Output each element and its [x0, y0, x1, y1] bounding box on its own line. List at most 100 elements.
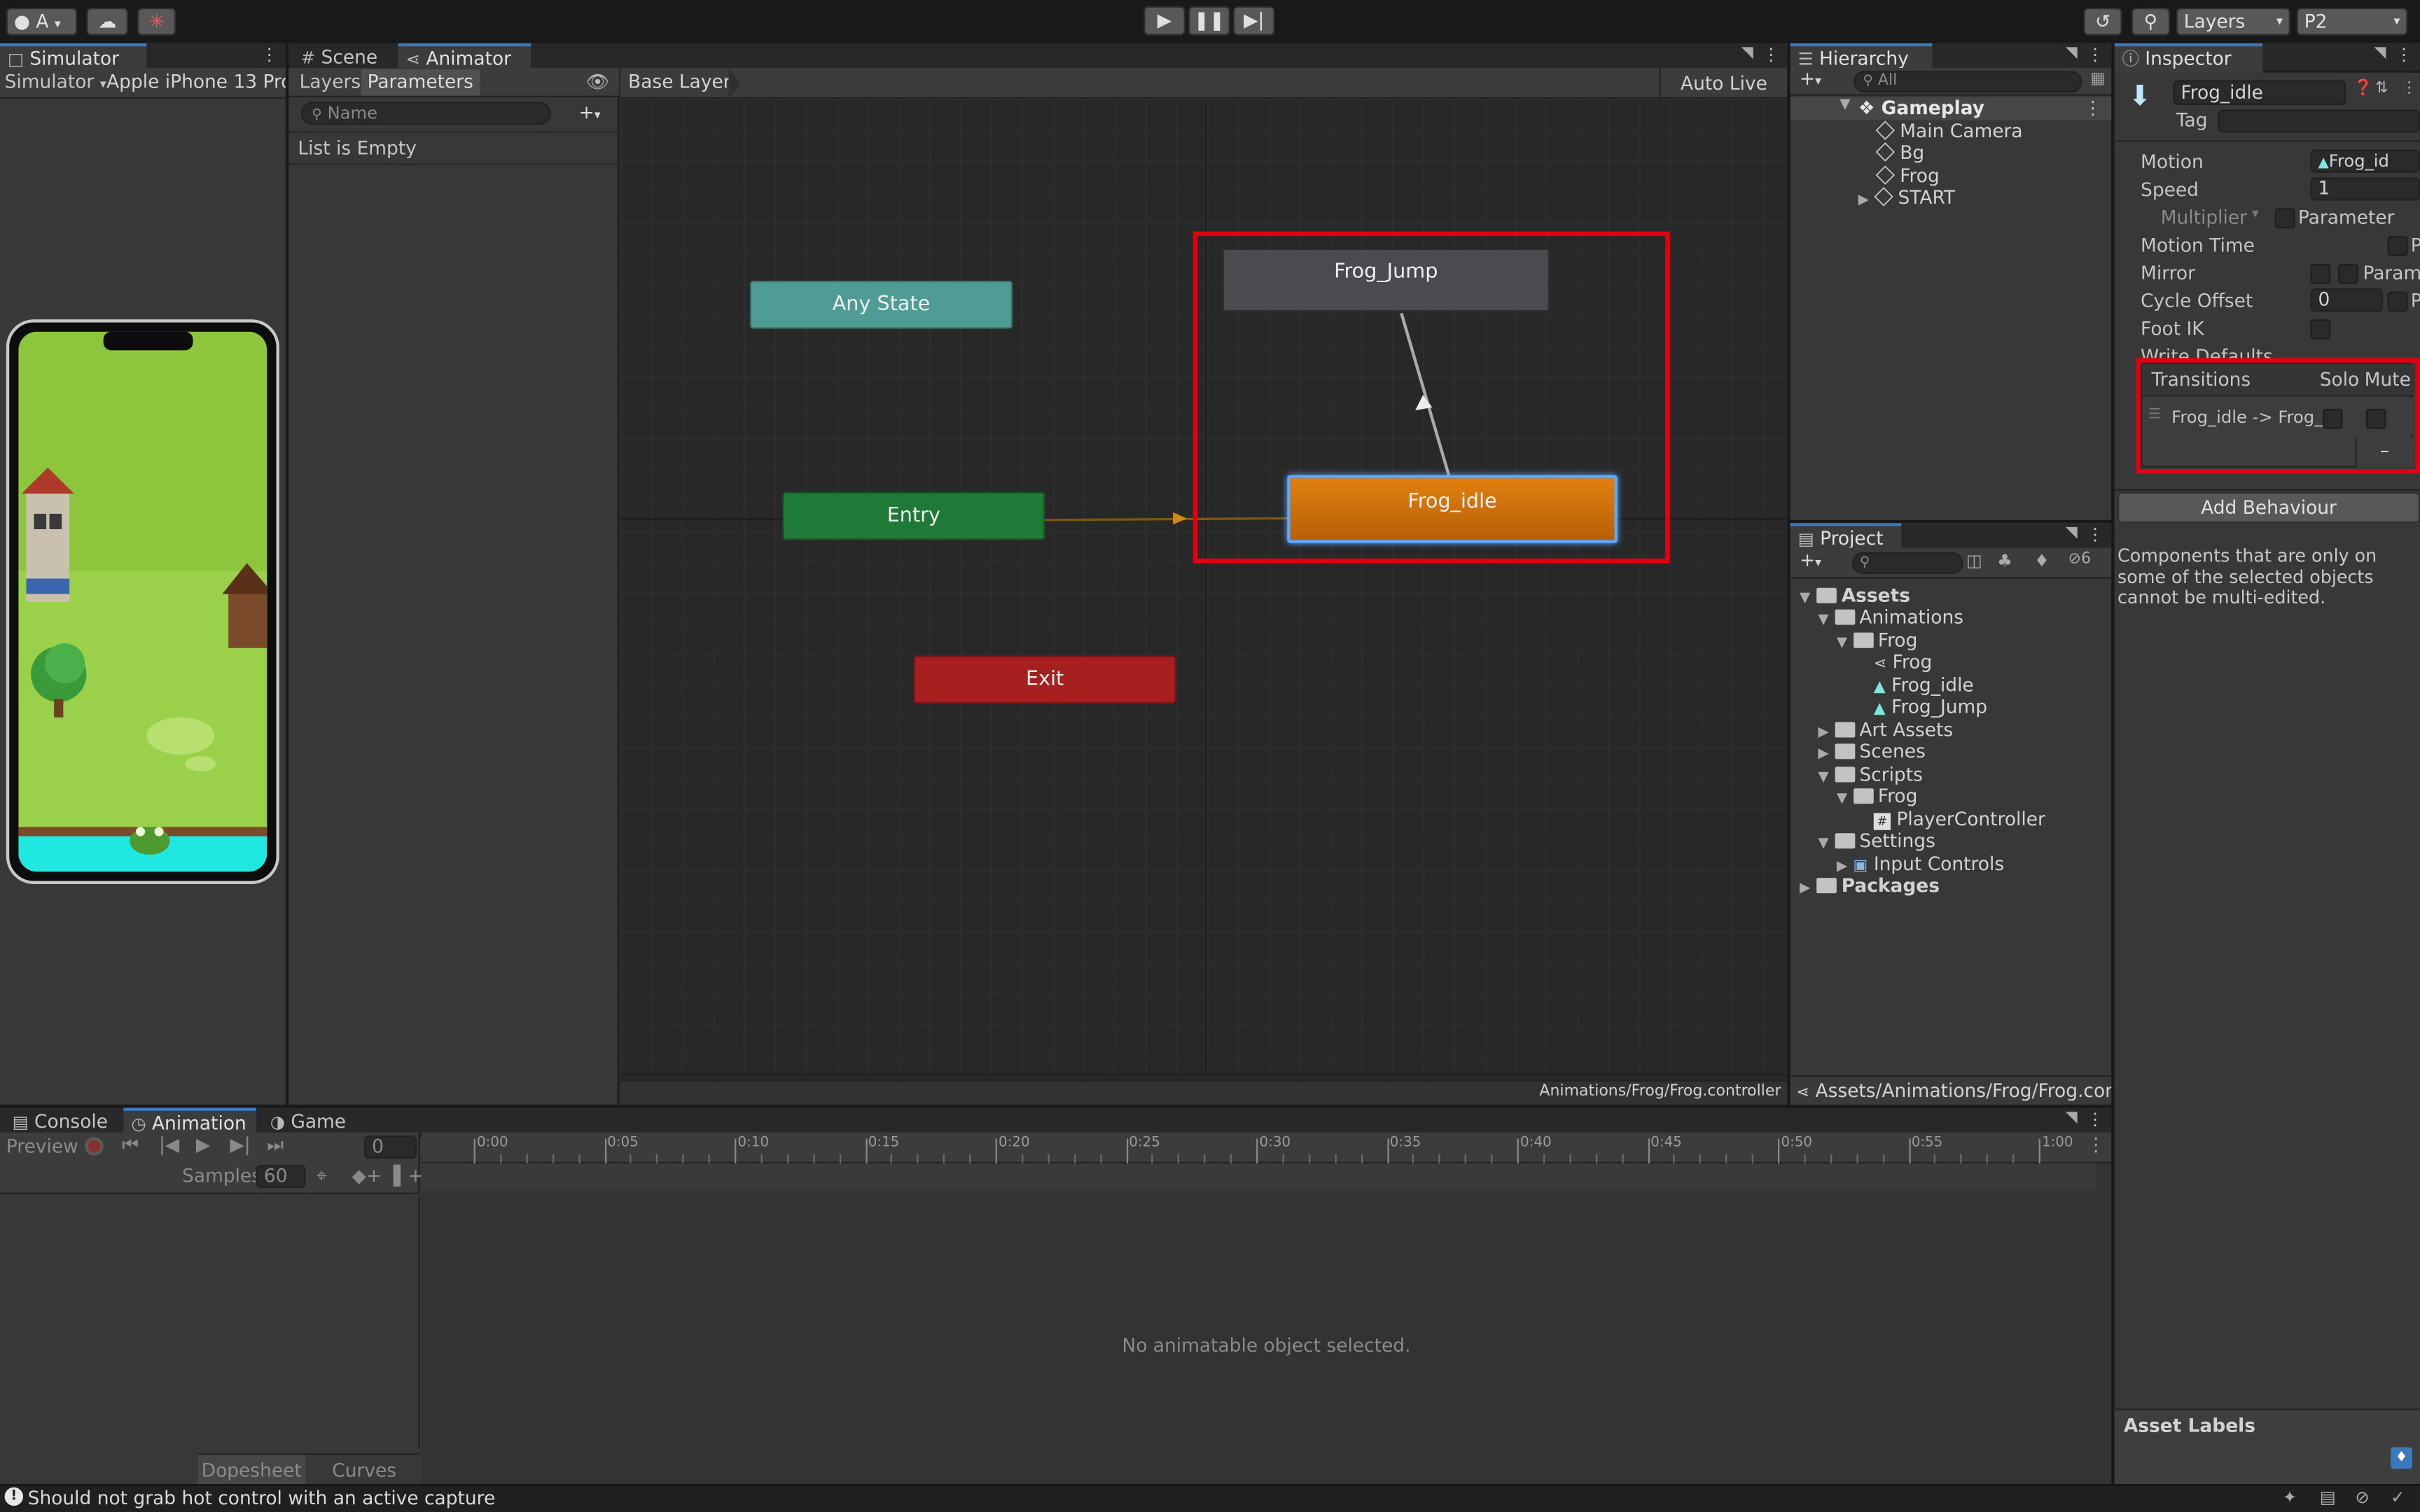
project-tree-item[interactable]: ▶ Packages [1800, 875, 1940, 897]
create-button[interactable]: +▾ [1800, 550, 1821, 571]
scene-visibility-icon[interactable]: ▦ [2091, 71, 2106, 88]
play-icon[interactable]: ▶ [196, 1134, 210, 1156]
hidden-packages-icon[interactable]: ⊘6 [2068, 551, 2091, 568]
project-search-input[interactable]: ⚲ [1851, 552, 1963, 574]
step-button[interactable]: ▶| [1233, 6, 1275, 36]
help-icon[interactable]: ❓ [2353, 80, 2372, 97]
cycle-offset-parameter-checkbox[interactable] [2387, 291, 2408, 312]
project-tree-item[interactable]: ▲ Frog_idle [1874, 674, 1974, 696]
more-options-icon[interactable]: ⋮ [2087, 45, 2103, 65]
preview-button[interactable]: Preview [6, 1135, 78, 1157]
more-options-icon[interactable]: ⋮ [260, 45, 277, 65]
collab-button[interactable]: ✳ [137, 8, 176, 36]
lock-icon[interactable]: ◥ [2066, 524, 2078, 541]
lock-icon[interactable]: ◥ [2066, 45, 2078, 62]
hierarchy-item[interactable]: Main Camera [1875, 120, 2023, 142]
layout-dropdown[interactable]: P2 ▾ [2296, 8, 2408, 36]
tab-inspector[interactable]: ⓘ Inspector [2114, 43, 2263, 73]
hierarchy-item[interactable]: Bg [1875, 142, 1924, 164]
entry-node[interactable]: Entry [782, 492, 1045, 540]
tab-layers[interactable]: Layers [293, 71, 367, 92]
create-button[interactable]: +▾ [1800, 68, 1821, 90]
chevron-down-icon[interactable]: ▼ [1840, 97, 1850, 113]
next-key-icon[interactable]: ▶| [230, 1134, 250, 1156]
key-filter-icon[interactable]: ⌖ [317, 1165, 327, 1188]
hierarchy-search-input[interactable]: ⚲ All [1854, 71, 2082, 93]
state-machine-graph[interactable]: Base Layer Auto Live Link Any State Entr… [620, 67, 1788, 1105]
preset-icon[interactable]: ⇅ [2375, 80, 2388, 97]
label-filter-icon[interactable]: ♦ [2034, 551, 2050, 571]
type-filter-icon[interactable]: ♣ [1997, 551, 2012, 571]
parameter-search-input[interactable]: ⚲ Name [300, 102, 551, 125]
project-tree-item[interactable]: ▼ Assets [1800, 584, 1910, 606]
auto-refresh-icon[interactable]: ✓ [2391, 1488, 2405, 1508]
more-options-icon[interactable]: ⋮ [2084, 97, 2102, 119]
cloud-button[interactable]: ☁ [86, 8, 128, 36]
add-parameter-button[interactable]: +▾ [579, 102, 601, 123]
project-tree-item[interactable]: ▼ Frog [1837, 785, 1918, 807]
hierarchy-item[interactable]: ▶ START [1858, 187, 1955, 209]
play-button[interactable]: ▶ [1143, 6, 1185, 36]
more-options-icon[interactable]: ⋮ [2087, 1110, 2103, 1130]
first-key-icon[interactable]: ⏮ [122, 1134, 139, 1157]
motion-field[interactable]: ▲Frog_id [2310, 149, 2420, 173]
cycle-offset-field[interactable]: 0 [2310, 288, 2384, 312]
hierarchy-item[interactable]: Frog [1875, 165, 1940, 187]
tab-parameters[interactable]: Parameters [361, 69, 480, 96]
network-icon[interactable]: ⊘ [2355, 1488, 2369, 1508]
more-options-icon[interactable]: ⋮ [2087, 1134, 2105, 1156]
search-filter-icon[interactable]: ◫ [1966, 551, 1982, 571]
status-message[interactable]: Should not grab hot control with an acti… [28, 1488, 496, 1509]
label-icon[interactable]: ♦ [2391, 1447, 2412, 1469]
more-options-icon[interactable]: ⋮ [2395, 45, 2412, 65]
lock-icon[interactable]: ◥ [2374, 45, 2386, 62]
project-tree-item[interactable]: ▼ Frog [1837, 629, 1918, 651]
eye-icon[interactable]: 👁 [586, 71, 610, 92]
frame-field[interactable]: 0 [364, 1135, 417, 1159]
more-options-icon[interactable]: ⋮ [1762, 45, 1779, 65]
project-tree-item[interactable]: ▶ Art Assets [1818, 719, 1953, 741]
chevron-right-icon[interactable]: ▶ [1858, 193, 1869, 209]
mirror-parameter-checkbox[interactable] [2338, 263, 2358, 284]
simulator-mode-dropdown[interactable]: Simulator ▾ [5, 71, 106, 92]
search-button[interactable]: ⚲ [2131, 8, 2170, 36]
project-tree-item[interactable]: ▼ Settings [1818, 830, 1935, 852]
mirror-checkbox[interactable] [2310, 263, 2331, 284]
dopesheet-tab[interactable]: Dopesheet [197, 1455, 306, 1485]
speed-field[interactable]: 1 [2310, 177, 2420, 201]
timeline[interactable]: 0:00 0:05 0:10 0:15 0:20 0:25 0:30 0:35 0:40 0:45… [421, 1132, 2112, 1485]
lock-icon[interactable]: ◥ [1741, 45, 1753, 62]
foot-ik-checkbox[interactable] [2310, 319, 2331, 340]
pause-button[interactable]: ❚❚ [1188, 6, 1230, 36]
cache-icon[interactable]: ▤ [2320, 1488, 2336, 1508]
device-dropdown[interactable]: Apple iPhone 13 Pro M [106, 71, 286, 92]
tag-field[interactable] [2218, 109, 2420, 133]
project-tree-item[interactable]: ▼ Scripts [1818, 764, 1922, 785]
game-view[interactable] [18, 331, 267, 872]
project-tree-item[interactable]: ▶ ▣ Input Controls [1837, 853, 2004, 875]
add-keyframe-icon[interactable]: ◆+ [352, 1165, 382, 1186]
layers-dropdown[interactable]: Layers ▾ [2176, 8, 2290, 36]
previous-key-icon[interactable]: |◀ [159, 1134, 179, 1156]
add-behaviour-button[interactable]: Add Behaviour [2118, 492, 2420, 524]
project-tree-item[interactable]: ▼ Animations [1818, 606, 1963, 628]
curves-tab[interactable]: Curves [309, 1455, 420, 1484]
multiplier-parameter-checkbox[interactable] [2274, 208, 2295, 229]
history-button[interactable]: ↺ [2083, 8, 2122, 36]
project-tree-item[interactable]: ▶ Scenes [1818, 741, 1925, 762]
lock-icon[interactable]: ◥ [2066, 1110, 2078, 1126]
last-key-icon[interactable]: ⏭ [267, 1134, 284, 1157]
exit-node[interactable]: Exit [913, 655, 1176, 704]
object-name-field[interactable]: Frog_idle [2173, 80, 2346, 105]
motion-time-checkbox[interactable] [2387, 236, 2408, 256]
scene-row[interactable]: ▼ ❖ Gameplay ⋮ [1790, 97, 2112, 120]
samples-field[interactable]: 60 [256, 1165, 306, 1189]
project-tree-item[interactable]: # PlayerController [1873, 808, 2045, 830]
add-event-icon[interactable]: ▌+ [394, 1165, 424, 1186]
project-tree-item[interactable]: ⋖ Frog [1874, 651, 1933, 673]
record-icon[interactable] [85, 1137, 104, 1156]
more-options-icon[interactable]: ⋮ [2087, 524, 2103, 545]
account-button[interactable]: ● A ▾ [6, 8, 78, 36]
project-tree-item[interactable]: ▲ Frog_Jump [1874, 696, 1987, 718]
more-options-icon[interactable]: ⋮ [2402, 80, 2417, 97]
